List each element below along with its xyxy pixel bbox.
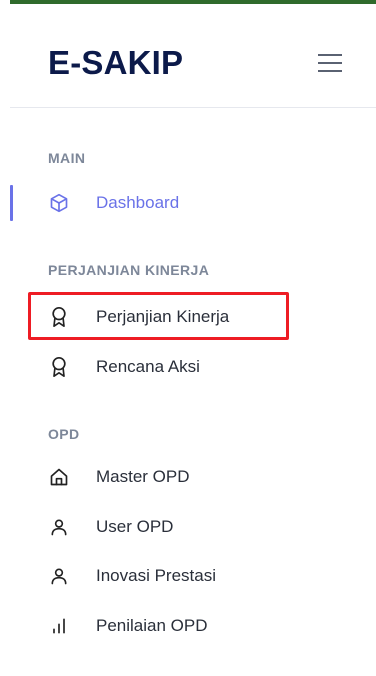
sidebar-item-label: Master OPD [96, 467, 190, 486]
active-indicator [10, 185, 13, 221]
section-title-main: MAIN [48, 150, 86, 166]
user-icon [48, 516, 70, 538]
sidebar-item-perjanjian-kinerja[interactable]: Perjanjian Kinerja [48, 302, 229, 332]
sidebar-item-penilaian-opd[interactable]: Penilaian OPD [48, 611, 208, 641]
user-icon [48, 565, 70, 587]
app-logo-text[interactable]: E-SAKIP [48, 44, 183, 82]
sidebar-item-label: Dashboard [96, 193, 180, 212]
sidebar-item-label: Perjanjian Kinerja [96, 307, 230, 326]
award-icon [48, 356, 70, 378]
section-title-opd: OPD [48, 426, 80, 442]
sidebar-item-dashboard[interactable]: Dashboard [48, 188, 179, 218]
hamburger-menu-button[interactable] [316, 52, 344, 74]
header-divider [10, 107, 376, 108]
sidebar-item-label: User OPD [96, 517, 174, 536]
sidebar-item-rencana-aksi[interactable]: Rencana Aksi [48, 352, 200, 382]
sidebar-item-label: Rencana Aksi [96, 357, 200, 376]
sidebar-item-master-opd[interactable]: Master OPD [48, 462, 190, 492]
cube-icon [48, 192, 70, 214]
hamburger-icon [318, 54, 342, 72]
top-accent-bar [10, 0, 376, 4]
sidebar-item-label: Inovasi Prestasi [96, 566, 216, 585]
section-title-perjanjian-kinerja: PERJANJIAN KINERJA [48, 262, 210, 278]
award-icon [48, 306, 70, 328]
bar-chart-icon [48, 615, 70, 637]
home-icon [48, 466, 70, 488]
sidebar-item-inovasi-prestasi[interactable]: Inovasi Prestasi [48, 561, 216, 591]
sidebar-item-user-opd[interactable]: User OPD [48, 512, 173, 542]
sidebar-item-label: Penilaian OPD [96, 616, 208, 635]
